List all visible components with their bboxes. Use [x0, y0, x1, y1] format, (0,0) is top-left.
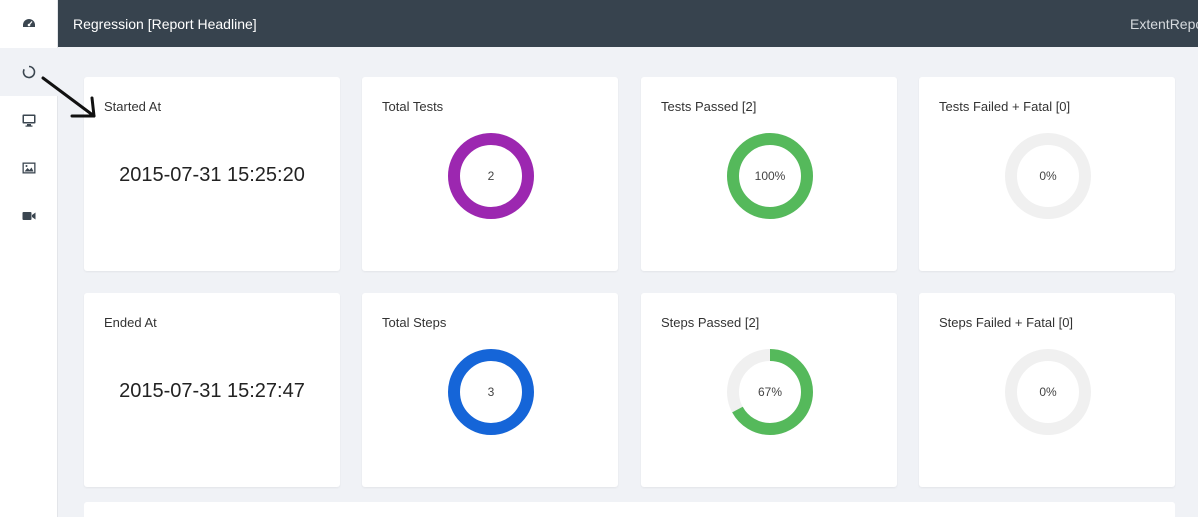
tests-passed-donut: 100%	[726, 132, 814, 220]
steps-failed-label: Steps Failed + Fatal [0]	[939, 315, 1074, 330]
tests-passed-card: Tests Passed [2] 100%	[641, 77, 897, 271]
steps-passed-percent: 67%	[757, 385, 783, 399]
tests-failed-donut: 0%	[1004, 132, 1092, 220]
tests-passed-percent: 100%	[754, 169, 786, 183]
desktop-icon	[22, 114, 36, 127]
total-steps-count: 3	[487, 385, 495, 399]
annotation-arrow-icon	[41, 76, 96, 118]
total-steps-label: Total Steps	[382, 315, 447, 330]
steps-failed-donut: 0%	[1004, 348, 1092, 436]
tests-failed-label: Tests Failed + Fatal [0]	[939, 99, 1071, 114]
top-bar: Regression [Report Headline] ExtentRepor…	[58, 0, 1198, 47]
ended-at-value: 2015-07-31 15:27:47	[119, 380, 305, 402]
total-tests-label: Total Tests	[382, 99, 444, 114]
started-at-card: Started At 2015-07-31 15:25:20	[84, 77, 340, 271]
details-panel	[84, 502, 1175, 517]
total-steps-donut: 3	[447, 348, 535, 436]
tests-failed-percent: 0%	[1039, 169, 1057, 183]
steps-passed-donut: 67%	[726, 348, 814, 436]
tests-passed-label: Tests Passed [2]	[661, 99, 757, 114]
total-tests-donut: 2	[447, 132, 535, 220]
video-camera-icon	[22, 212, 36, 220]
brand-link[interactable]: ExtentReports	[1130, 16, 1198, 32]
steps-failed-percent: 0%	[1039, 385, 1057, 399]
started-at-label: Started At	[104, 99, 162, 114]
circle-loading-icon	[22, 65, 36, 79]
started-at-value: 2015-07-31 15:25:20	[119, 164, 305, 186]
image-icon	[22, 162, 36, 174]
steps-passed-card: Steps Passed [2] 67%	[641, 293, 897, 487]
dashboard-icon	[23, 19, 35, 27]
total-tests-card: Total Tests 2	[362, 77, 618, 271]
total-tests-count: 2	[487, 169, 495, 183]
ended-at-card: Ended At 2015-07-31 15:27:47	[84, 293, 340, 487]
total-steps-card: Total Steps 3	[362, 293, 618, 487]
sidebar-item-screenshots[interactable]	[0, 144, 58, 192]
steps-passed-label: Steps Passed [2]	[661, 315, 760, 330]
report-title: Regression [Report Headline]	[73, 16, 257, 32]
steps-failed-card: Steps Failed + Fatal [0] 0%	[919, 293, 1175, 487]
ended-at-label: Ended At	[104, 315, 157, 330]
sidebar-item-dashboard[interactable]	[0, 0, 58, 48]
sidebar-item-videos[interactable]	[0, 192, 58, 240]
tests-failed-card: Tests Failed + Fatal [0] 0%	[919, 77, 1175, 271]
